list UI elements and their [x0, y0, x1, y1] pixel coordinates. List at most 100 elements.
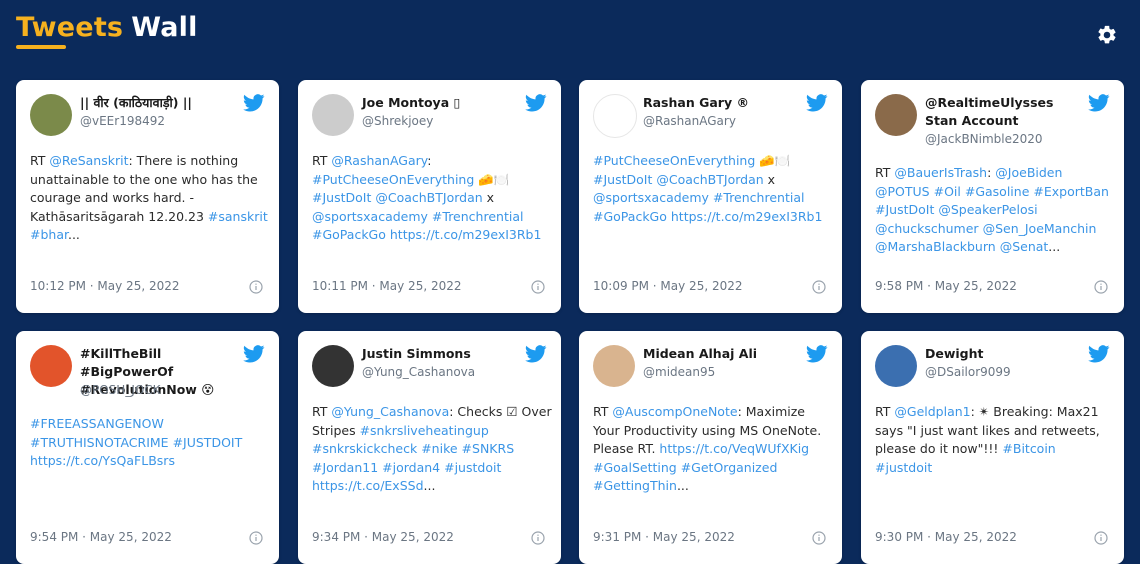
- avatar[interactable]: [312, 94, 354, 136]
- tweet-link[interactable]: @MarshaBlackburn: [875, 239, 996, 254]
- info-circle-icon[interactable]: [1094, 530, 1108, 545]
- avatar[interactable]: [312, 345, 354, 387]
- tweet-link[interactable]: @Yung_Cashanova: [331, 404, 449, 419]
- tweet-link[interactable]: https://t.co/m29exI3Rb1: [390, 227, 542, 242]
- tweet-card[interactable]: Joe Montoya ▯ @Shrekjoey RT @RashanAGary: …: [298, 80, 561, 313]
- tweet-link[interactable]: #GoalSetting: [593, 460, 677, 475]
- avatar[interactable]: [30, 94, 72, 136]
- tweet-link[interactable]: #GettingThin: [593, 478, 677, 493]
- tweet-timestamp[interactable]: 10:12 PM · May 25, 2022: [30, 279, 180, 293]
- info-circle-icon[interactable]: [812, 279, 826, 294]
- tweet-timestamp[interactable]: 9:58 PM · May 25, 2022: [875, 279, 1017, 293]
- tweet-author-handle[interactable]: @Yung_Cashanova: [362, 365, 475, 379]
- tweet-link[interactable]: https://t.co/m29exI3Rb1: [671, 209, 823, 224]
- twitter-bird-icon[interactable]: [525, 345, 547, 363]
- tweet-link[interactable]: #GoPackGo: [312, 227, 386, 242]
- info-circle-icon[interactable]: [249, 530, 263, 545]
- tweet-link[interactable]: #snkrskickcheck: [312, 441, 417, 456]
- tweet-link[interactable]: @Sen_JoeManchin: [983, 221, 1097, 236]
- info-circle-icon[interactable]: [249, 279, 263, 294]
- avatar[interactable]: [30, 345, 72, 387]
- tweet-link[interactable]: #bhar: [30, 227, 68, 242]
- avatar[interactable]: [593, 94, 637, 138]
- tweet-link[interactable]: #JustDoIt: [875, 202, 934, 217]
- info-circle-icon[interactable]: [531, 530, 545, 545]
- tweet-card[interactable]: #KillTheBill #BigPowerOf #RevolutionNow …: [16, 331, 279, 564]
- tweet-author-handle[interactable]: @DSailor9099: [925, 365, 1011, 379]
- tweet-timestamp[interactable]: 9:54 PM · May 25, 2022: [30, 530, 172, 544]
- twitter-bird-icon[interactable]: [243, 345, 265, 363]
- tweet-link[interactable]: @JoeBiden: [995, 165, 1062, 180]
- tweet-link[interactable]: #JUSTDOIT: [173, 435, 243, 450]
- tweet-link[interactable]: #ExportBan: [1033, 184, 1109, 199]
- twitter-bird-icon[interactable]: [1088, 345, 1110, 363]
- tweet-timestamp[interactable]: 10:11 PM · May 25, 2022: [312, 279, 462, 293]
- twitter-bird-icon[interactable]: [1088, 94, 1110, 112]
- tweet-author-handle[interactable]: @JackBNimble2020: [925, 132, 1043, 146]
- avatar[interactable]: [875, 345, 917, 387]
- tweet-card[interactable]: || वीर (काठियावाड़ी) || @vEEr198492 RT @Re…: [16, 80, 279, 313]
- tweet-timestamp[interactable]: 9:34 PM · May 25, 2022: [312, 530, 454, 544]
- tweet-link[interactable]: #Jordan11: [312, 460, 378, 475]
- tweet-link[interactable]: #justdoit: [875, 460, 932, 475]
- tweet-author-handle[interactable]: @vEEr198492: [80, 114, 165, 128]
- tweet-link[interactable]: @ReSanskrit: [49, 153, 128, 168]
- tweet-author-handle[interactable]: @RashanAGary: [643, 114, 736, 128]
- tweet-author-handle[interactable]: @Shrekjoey: [362, 114, 433, 128]
- info-circle-icon[interactable]: [531, 279, 545, 294]
- tweet-link[interactable]: #Oil: [934, 184, 961, 199]
- tweet-link[interactable]: #GetOrganized: [681, 460, 778, 475]
- tweet-link[interactable]: @CoachBTJordan: [375, 190, 482, 205]
- tweet-author-handle[interactable]: @midean95: [643, 365, 715, 379]
- tweet-author-handle[interactable]: @POSH_JOCK: [80, 383, 161, 397]
- tweet-link[interactable]: #snkrsliveheatingup: [360, 423, 489, 438]
- tweet-link[interactable]: #Trenchrential: [713, 190, 805, 205]
- tweet-link[interactable]: @sportsxacademy: [593, 190, 709, 205]
- tweet-link[interactable]: #nike: [421, 441, 457, 456]
- tweet-card[interactable]: Rashan Gary ® @RashanAGary #PutCheeseOnEve…: [579, 80, 842, 313]
- tweet-card[interactable]: @RealtimeUlysses Stan Account @JackBNimbl…: [861, 80, 1124, 313]
- tweet-link[interactable]: @POTUS: [875, 184, 930, 199]
- tweet-link[interactable]: #FREEASSANGENOW: [30, 416, 164, 431]
- tweet-link[interactable]: #PutCheeseOnEverything: [312, 172, 474, 187]
- avatar[interactable]: [593, 345, 635, 387]
- tweet-card[interactable]: Midean Alhaj Ali @midean95 RT @AuscompOneN…: [579, 331, 842, 564]
- twitter-bird-icon[interactable]: [806, 94, 828, 112]
- tweet-link[interactable]: #PutCheeseOnEverything: [593, 153, 755, 168]
- tweet-link[interactable]: #Trenchrential: [432, 209, 524, 224]
- tweet-link[interactable]: https://t.co/VeqWUfXKig: [659, 441, 809, 456]
- tweet-link[interactable]: @AuscompOneNote: [612, 404, 737, 419]
- tweet-link[interactable]: @SpeakerPelosi: [938, 202, 1037, 217]
- tweet-timestamp[interactable]: 9:31 PM · May 25, 2022: [593, 530, 735, 544]
- gear-icon[interactable]: [1096, 24, 1118, 46]
- tweet-card[interactable]: Dewight @DSailor9099 RT @Geldplan1: ✴ Brea…: [861, 331, 1124, 564]
- tweet-link[interactable]: #justdoit: [444, 460, 501, 475]
- tweet-link[interactable]: #SNKRS: [462, 441, 515, 456]
- twitter-bird-icon[interactable]: [525, 94, 547, 112]
- tweet-link[interactable]: @Senat: [1000, 239, 1049, 254]
- tweet-link[interactable]: https://t.co/YsQaFLBsrs: [30, 453, 175, 468]
- tweet-link[interactable]: @RashanAGary: [331, 153, 427, 168]
- tweet-link[interactable]: @CoachBTJordan: [656, 172, 763, 187]
- info-circle-icon[interactable]: [1094, 279, 1108, 294]
- tweet-timestamp[interactable]: 9:30 PM · May 25, 2022: [875, 530, 1017, 544]
- tweet-card[interactable]: Justin Simmons @Yung_Cashanova RT @Yung_Ca…: [298, 331, 561, 564]
- tweet-link[interactable]: #sanskrit: [208, 209, 268, 224]
- tweet-link[interactable]: https://t.co/ExSSd: [312, 478, 424, 493]
- tweet-timestamp[interactable]: 10:09 PM · May 25, 2022: [593, 279, 743, 293]
- tweet-link[interactable]: #GoPackGo: [593, 209, 667, 224]
- tweet-link[interactable]: @chuckschumer: [875, 221, 979, 236]
- tweet-link[interactable]: #JustDoIt: [312, 190, 371, 205]
- twitter-bird-icon[interactable]: [243, 94, 265, 112]
- tweet-link[interactable]: #jordan4: [382, 460, 440, 475]
- tweet-link[interactable]: @BauerIsTrash: [894, 165, 987, 180]
- tweet-link[interactable]: #Bitcoin: [1002, 441, 1055, 456]
- tweet-link[interactable]: #JustDoIt: [593, 172, 652, 187]
- tweet-link[interactable]: #Gasoline: [965, 184, 1030, 199]
- avatar[interactable]: [875, 94, 917, 136]
- tweet-link[interactable]: @sportsxacademy: [312, 209, 428, 224]
- info-circle-icon[interactable]: [812, 530, 826, 545]
- twitter-bird-icon[interactable]: [806, 345, 828, 363]
- tweet-link[interactable]: #TRUTHISNOTACRIME: [30, 435, 169, 450]
- tweet-link[interactable]: @Geldplan1: [894, 404, 970, 419]
